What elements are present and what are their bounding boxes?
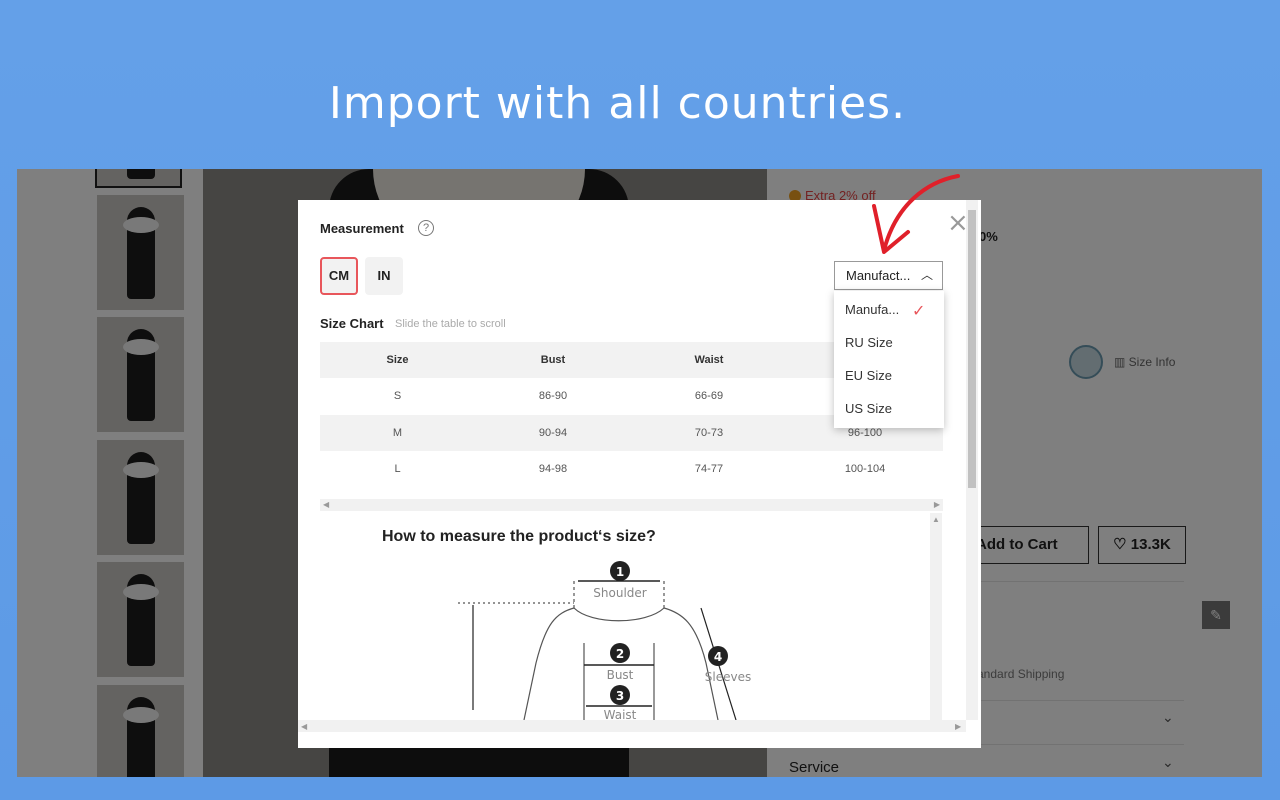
label-bust: Bust [607,668,634,682]
menu-item-ru-size[interactable]: RU Size [845,335,893,350]
table-cell: S [393,390,402,403]
annotation-arrow-icon [872,174,960,254]
table-cell: M [320,414,475,451]
modal-title: Measurement [320,221,404,236]
size-system-menu: Manufa... ✓ RU Size EU Size US Size [834,291,944,428]
table-row: L 94-98 74-77 100-104 [320,451,943,488]
measurement-modal: Measurement ? × CM IN Manufact... ︿ Size… [298,200,981,748]
badge-2-num: 2 [616,647,624,661]
table-cell: 70-73 [631,414,787,451]
table-cell: 74-77 [694,463,724,476]
menu-item-us-size[interactable]: US Size [845,401,892,416]
badge-4-num: 4 [714,650,722,664]
checkmark-icon: ✓ [912,303,926,320]
scroll-left-icon[interactable]: ◀ [301,722,307,731]
unit-in-button[interactable]: IN [365,257,403,295]
badge-3-num: 3 [616,689,624,703]
right-sleeve [663,607,719,720]
size-chart-title: Size Chart [320,316,384,331]
label-sleeves: Sleeves [705,670,751,684]
label-shoulder: Shoulder [593,586,647,600]
table-cell: 90-94 [475,414,631,451]
menu-item-eu-size[interactable]: EU Size [845,368,892,383]
table-cell: L [394,463,401,476]
table-cell: 66-69 [694,390,724,403]
size-chart-hint: Slide the table to scroll [395,318,506,330]
scroll-right-icon[interactable]: ▶ [934,499,940,511]
table-cell: 100-104 [844,463,886,476]
scroll-left-icon[interactable]: ◀ [323,499,329,511]
table-header: Waist [631,342,787,378]
dropdown-value: Manufact... [846,268,911,283]
table-header: Bust [475,342,631,378]
table-header: Size [320,342,475,378]
banner-headline: Import with all countries. [328,78,907,129]
measure-guide-image: How to measure the product‘s size? 1 Sho… [346,513,903,720]
modal-vertical-scrollbar[interactable] [966,200,978,720]
table-horizontal-scrollbar[interactable]: ◀ ▶ [320,499,943,511]
badge-1-num: 1 [616,565,624,579]
menu-item-manufacturer[interactable]: Manufa... [845,302,899,317]
scroll-right-icon[interactable]: ▶ [955,722,961,731]
table-cell: 86-90 [538,390,568,403]
label-waist: Waist [604,708,637,720]
unit-cm-button[interactable]: CM [320,257,358,295]
measure-diagram: 1 Shoulder 2 Bust 3 Waist 4 Sleeves [458,561,751,720]
scrollbar-thumb[interactable] [968,210,976,488]
left-sleeve [523,607,575,720]
neckline [573,607,665,622]
guide-vertical-scrollbar[interactable]: ▲ [930,513,942,720]
table-cell: 94-98 [538,463,568,476]
help-icon[interactable]: ? [418,220,434,236]
modal-horizontal-scrollbar[interactable]: ◀ ▶ [298,720,966,732]
